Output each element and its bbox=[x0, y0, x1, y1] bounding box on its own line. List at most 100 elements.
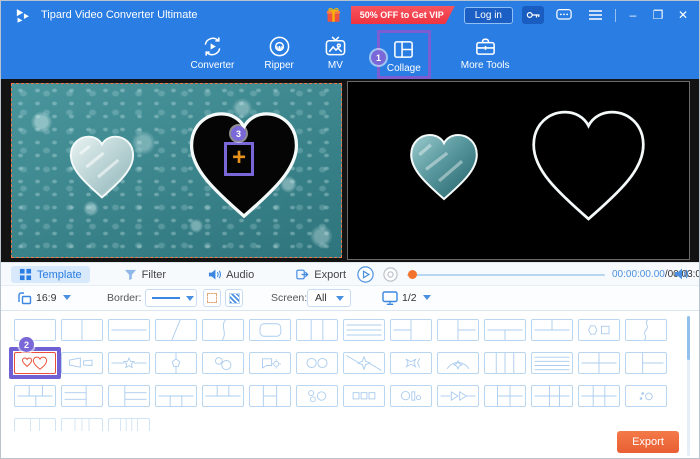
seek-handle[interactable] bbox=[408, 270, 417, 279]
screen-label: Screen: bbox=[271, 292, 307, 304]
template-circles-trio[interactable] bbox=[296, 385, 338, 407]
settings-bar: 16:9 Border: Screen: All 1/2 bbox=[1, 285, 699, 310]
template-h-layout[interactable] bbox=[249, 385, 291, 407]
template-star[interactable] bbox=[108, 352, 150, 374]
tab-export[interactable]: Export bbox=[288, 266, 354, 283]
tab-template[interactable]: Template bbox=[11, 266, 90, 283]
vip-offer-badge[interactable]: 50% OFF to Get VIP bbox=[351, 6, 455, 24]
export-tab-icon bbox=[296, 268, 309, 281]
template-top-col2[interactable] bbox=[202, 385, 244, 407]
screen-value: All bbox=[315, 292, 327, 304]
login-button[interactable]: Log in bbox=[464, 7, 513, 24]
template-squiggle[interactable] bbox=[625, 319, 667, 341]
template-left-col-right-rows[interactable] bbox=[108, 385, 150, 407]
template-star4[interactable] bbox=[343, 352, 385, 374]
template-rows3[interactable] bbox=[343, 319, 385, 341]
template-col3[interactable] bbox=[296, 319, 338, 341]
template-bottom-col3[interactable] bbox=[155, 385, 197, 407]
play-button[interactable] bbox=[357, 266, 374, 283]
screen-dropdown[interactable]: All bbox=[307, 289, 351, 307]
template-dots-circle[interactable] bbox=[625, 385, 667, 407]
template-top2-bottom2[interactable] bbox=[14, 385, 56, 407]
mv-icon bbox=[324, 35, 347, 58]
border-style-dropdown[interactable] bbox=[145, 289, 197, 307]
hatch-icon bbox=[229, 293, 240, 304]
add-file-button[interactable]: + bbox=[224, 142, 254, 176]
template-col4[interactable] bbox=[484, 352, 526, 374]
current-time: 00:00:00.00 bbox=[612, 269, 665, 280]
template-hex-square[interactable] bbox=[578, 319, 620, 341]
dashed-square-icon bbox=[207, 293, 217, 303]
template-inset-round[interactable] bbox=[249, 319, 291, 341]
snapshot-button[interactable] bbox=[383, 267, 398, 282]
close-button[interactable]: ✕ bbox=[675, 1, 691, 29]
title-bar: Tipard Video Converter Ultimate 50% OFF … bbox=[1, 1, 699, 29]
template-row bbox=[14, 352, 667, 374]
tab-audio[interactable]: Audio bbox=[200, 266, 262, 283]
page-indicator[interactable]: 1/2 bbox=[402, 292, 417, 304]
template-cross-x[interactable] bbox=[390, 352, 432, 374]
template-grid2x2[interactable] bbox=[578, 352, 620, 374]
template-circle-bar-dot[interactable] bbox=[390, 385, 432, 407]
register-key-icon[interactable] bbox=[522, 6, 544, 24]
template-shape-gear[interactable] bbox=[249, 352, 291, 374]
maximize-button[interactable]: ❐ bbox=[650, 1, 666, 29]
tab-converter[interactable]: Converter bbox=[190, 31, 234, 71]
template-trapezoids[interactable] bbox=[61, 352, 103, 374]
template-row bbox=[14, 385, 667, 407]
seek-bar[interactable] bbox=[407, 274, 605, 276]
minimize-button[interactable]: – bbox=[625, 1, 641, 29]
tab-ripper[interactable]: Ripper bbox=[264, 31, 293, 71]
template-grid2x3[interactable] bbox=[578, 385, 620, 407]
annotation-badge-3: 3 bbox=[231, 126, 246, 141]
template-circles-duo[interactable] bbox=[202, 352, 244, 374]
border-color-button[interactable] bbox=[225, 289, 243, 307]
template-hsplit-bottom-v[interactable] bbox=[484, 319, 526, 341]
heart-clip-small[interactable] bbox=[60, 132, 144, 202]
scrollbar-track[interactable] bbox=[687, 316, 690, 456]
border-dash-button[interactable] bbox=[203, 289, 221, 307]
gift-icon[interactable] bbox=[325, 6, 342, 24]
aspect-caret-icon[interactable] bbox=[63, 295, 71, 300]
template-rows4[interactable] bbox=[531, 352, 573, 374]
scrollbar-thumb[interactable] bbox=[687, 316, 690, 360]
volume-icon[interactable] bbox=[674, 267, 689, 281]
template-single[interactable] bbox=[14, 319, 56, 341]
tab-mv[interactable]: MV bbox=[324, 31, 347, 71]
template-triangles-duo[interactable] bbox=[437, 385, 479, 407]
aspect-ratio-icon bbox=[17, 291, 32, 306]
app-window: Tipard Video Converter Ultimate 50% OFF … bbox=[0, 0, 700, 459]
menu-icon[interactable] bbox=[584, 6, 606, 24]
screen-caret-icon bbox=[336, 296, 344, 301]
page-caret-icon[interactable] bbox=[423, 295, 431, 300]
template-squares-trio[interactable] bbox=[343, 385, 385, 407]
tab-filter[interactable]: Filter bbox=[116, 266, 174, 283]
feedback-chat-icon[interactable] bbox=[553, 6, 575, 24]
template-circles-oo[interactable] bbox=[296, 352, 338, 374]
template-vsplit-left-h[interactable] bbox=[390, 319, 432, 341]
titlebar-separator bbox=[615, 9, 616, 22]
template-curve[interactable] bbox=[202, 319, 244, 341]
template-arc-star[interactable] bbox=[437, 352, 479, 374]
template-diagonal[interactable] bbox=[155, 319, 197, 341]
template-grid-vh-left[interactable] bbox=[484, 385, 526, 407]
template-top-col2-partial[interactable] bbox=[14, 418, 56, 431]
export-button[interactable]: Export bbox=[617, 431, 679, 453]
edit-preview-canvas[interactable]: + 3 bbox=[11, 83, 342, 258]
template-pentagon-line[interactable] bbox=[155, 352, 197, 374]
template-hearts[interactable] bbox=[14, 352, 56, 374]
tab-more-tools[interactable]: More Tools bbox=[461, 31, 510, 71]
template-grid2x2-plus[interactable] bbox=[531, 385, 573, 407]
template-top-col3-partial[interactable] bbox=[61, 418, 103, 431]
tab-collage[interactable]: Collage bbox=[387, 34, 421, 74]
output-preview-canvas bbox=[347, 81, 690, 260]
template-hsplit[interactable] bbox=[108, 319, 150, 341]
template-col-right-rows[interactable] bbox=[625, 352, 667, 374]
template-top-col4-partial[interactable] bbox=[108, 418, 150, 431]
template-left-rows-right-col[interactable] bbox=[61, 385, 103, 407]
template-hsplit-top-v[interactable] bbox=[531, 319, 573, 341]
aspect-ratio-value[interactable]: 16:9 bbox=[36, 292, 56, 304]
template-vsplit[interactable] bbox=[61, 319, 103, 341]
template-vsplit-right-h[interactable] bbox=[437, 319, 479, 341]
filter-icon bbox=[124, 268, 137, 281]
